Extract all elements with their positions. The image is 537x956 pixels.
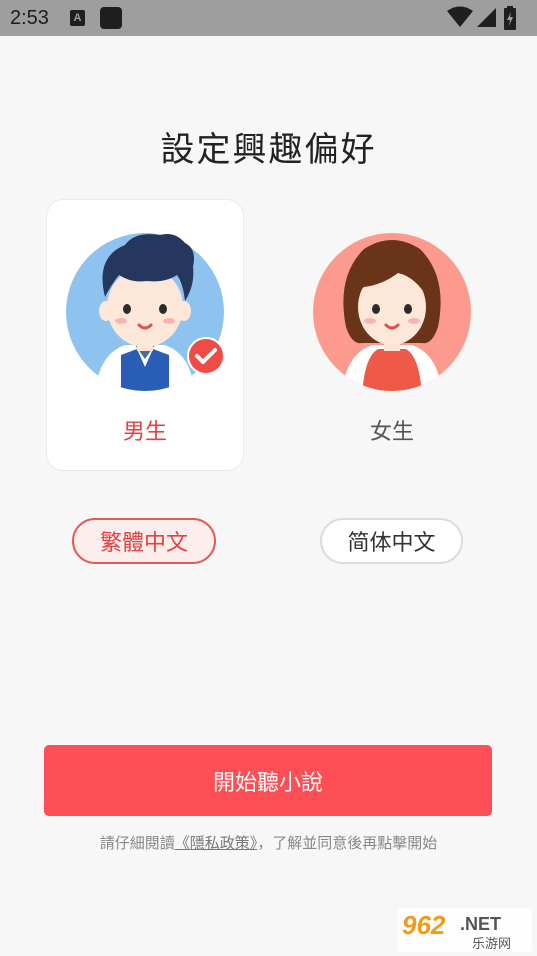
policy-prefix: 請仔細閱讀 <box>99 834 175 852</box>
policy-notice: 請仔細閱讀《隱私政策》，了解並同意後再點擊開始 <box>0 832 537 853</box>
svg-text:.NET: .NET <box>460 914 501 934</box>
svg-text:乐游网: 乐游网 <box>472 937 511 952</box>
male-label: 男生 <box>122 420 167 445</box>
page-title: 設定興趣偏好 <box>160 130 377 170</box>
svg-text:962: 962 <box>402 910 446 940</box>
start-button[interactable]: 開始聽小說 <box>44 745 492 816</box>
privacy-policy-link[interactable]: 《隱私政策》 <box>175 834 258 852</box>
watermark-logo: 962 .NET 乐游网 <box>398 908 532 952</box>
language-traditional-button[interactable]: 繁體中文 <box>72 518 216 564</box>
gender-option-male[interactable]: 男生 <box>47 200 243 470</box>
policy-suffix: ，了解並同意後再點擊開始 <box>257 834 438 852</box>
language-simplified-button[interactable]: 简体中文 <box>320 518 463 564</box>
female-avatar-icon <box>313 233 471 391</box>
signal-icon <box>477 8 496 27</box>
notification-app-icon <box>100 7 122 29</box>
female-label: 女生 <box>369 420 414 445</box>
status-bar: 2:53 A <box>0 0 537 36</box>
status-time: 2:53 <box>10 7 49 29</box>
status-icons <box>447 6 527 30</box>
selected-check-icon <box>187 337 225 375</box>
notification-a-icon: A <box>70 10 85 26</box>
battery-icon <box>504 6 516 30</box>
gender-option-female[interactable]: 女生 <box>294 200 490 470</box>
wifi-icon <box>447 6 473 27</box>
